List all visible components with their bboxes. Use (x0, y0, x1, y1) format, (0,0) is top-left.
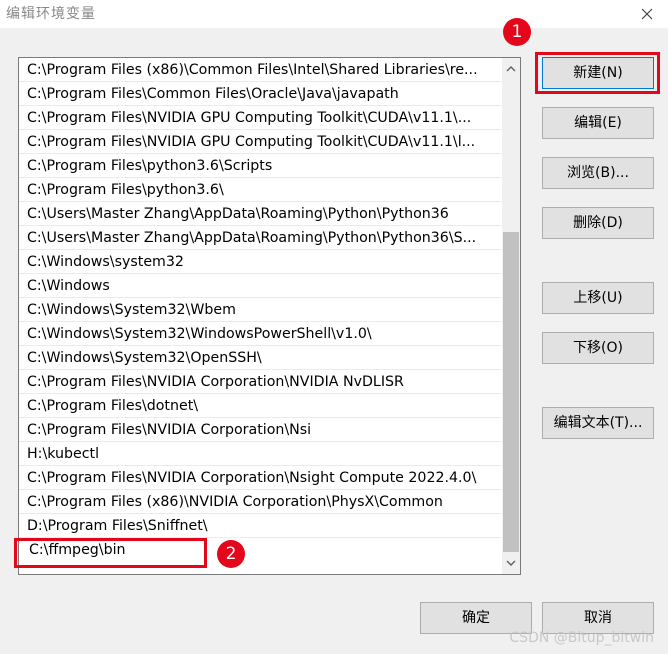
path-list[interactable]: C:\Program Files (x86)\Common Files\Inte… (18, 57, 521, 575)
vertical-scrollbar[interactable] (502, 58, 520, 574)
path-list-item[interactable]: C:\Windows (19, 274, 502, 298)
browse-button[interactable]: 浏览(B)... (542, 157, 654, 189)
path-list-item[interactable]: C:\Program Files\dotnet\ (19, 394, 502, 418)
delete-button[interactable]: 删除(D) (542, 207, 654, 239)
edit-button[interactable]: 编辑(E) (542, 107, 654, 139)
path-list-item[interactable]: C:\Program Files\NVIDIA GPU Computing To… (19, 106, 502, 130)
path-list-item[interactable]: C:\Users\Master Zhang\AppData\Roaming\Py… (19, 202, 502, 226)
path-list-item[interactable]: C:\Program Files\NVIDIA Corporation\Nsig… (19, 466, 502, 490)
chevron-up-icon (506, 66, 516, 72)
path-list-item[interactable]: C:\Program Files\NVIDIA Corporation\NVID… (19, 370, 502, 394)
window-title: 编辑环境变量 (6, 6, 96, 22)
path-list-item[interactable]: H:\kubectl (19, 442, 502, 466)
scroll-down-button[interactable] (502, 554, 520, 572)
path-list-item[interactable]: C:\Program Files\NVIDIA Corporation\Nsi (19, 418, 502, 442)
path-list-item-editing[interactable] (19, 538, 502, 562)
path-list-item[interactable]: C:\Program Files\python3.6\ (19, 178, 502, 202)
path-list-item[interactable]: C:\Program Files\python3.6\Scripts (19, 154, 502, 178)
path-list-item[interactable]: C:\Program Files (x86)\NVIDIA Corporatio… (19, 490, 502, 514)
watermark: CSDN @Bitup_bitwin (509, 630, 654, 646)
edit-text-button[interactable]: 编辑文本(T)... (542, 407, 654, 439)
path-list-item[interactable]: C:\Users\Master Zhang\AppData\Roaming\Py… (19, 226, 502, 250)
path-list-item[interactable]: C:\Windows\System32\Wbem (19, 298, 502, 322)
path-list-item[interactable]: D:\Program Files\Sniffnet\ (19, 514, 502, 538)
chevron-down-icon (506, 560, 516, 566)
path-list-item[interactable]: C:\Program Files (x86)\Common Files\Inte… (19, 58, 502, 82)
title-bar: 编辑环境变量 (0, 0, 668, 28)
move-down-button[interactable]: 下移(O) (542, 332, 654, 364)
edit-env-var-dialog: 编辑环境变量 C:\Program Files (x86)\Common Fil… (0, 0, 668, 654)
path-list-item[interactable]: C:\Program Files\Common Files\Oracle\Jav… (19, 82, 502, 106)
scroll-thumb[interactable] (503, 232, 519, 552)
step-1-badge: 1 (503, 18, 531, 46)
move-up-button[interactable]: 上移(U) (542, 282, 654, 314)
scroll-up-button[interactable] (502, 60, 520, 78)
path-list-item[interactable]: C:\Program Files\NVIDIA GPU Computing To… (19, 130, 502, 154)
path-list-rows: C:\Program Files (x86)\Common Files\Inte… (19, 58, 502, 562)
close-button[interactable] (634, 1, 660, 27)
path-list-item[interactable]: C:\Windows\System32\WindowsPowerShell\v1… (19, 322, 502, 346)
new-button[interactable]: 新建(N) (542, 57, 654, 89)
close-icon (641, 8, 653, 20)
path-list-item[interactable]: C:\Windows\System32\OpenSSH\ (19, 346, 502, 370)
path-list-item[interactable]: C:\Windows\system32 (19, 250, 502, 274)
new-path-input[interactable] (19, 538, 215, 561)
step-2-badge: 2 (217, 540, 245, 568)
